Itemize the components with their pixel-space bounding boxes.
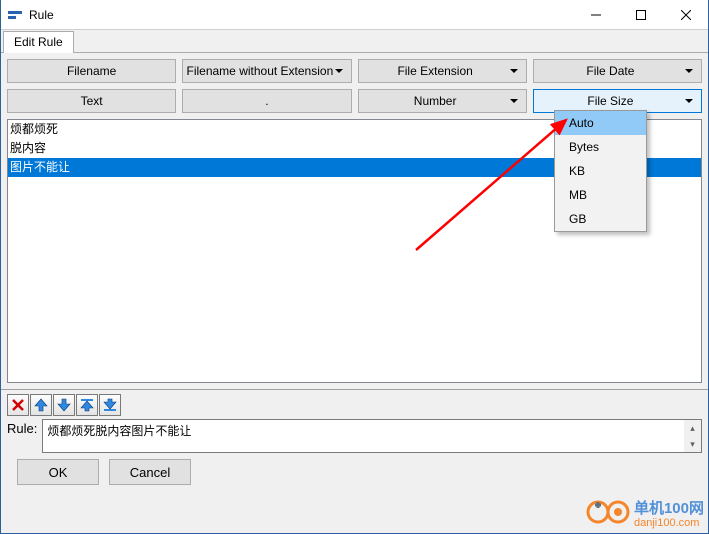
bottom-panel: Rule: 烦都烦死脱内容图片不能让 ▴ ▾ OK Cancel <box>1 389 708 491</box>
rule-button-grid: Filename Filename without Extension File… <box>7 59 702 113</box>
scroll-up-icon[interactable]: ▴ <box>684 420 701 436</box>
dropdown-item[interactable]: MB <box>555 183 646 207</box>
dropdown-item[interactable]: KB <box>555 159 646 183</box>
dot-button[interactable]: . <box>182 89 351 113</box>
text-button[interactable]: Text <box>7 89 176 113</box>
move-up-button[interactable] <box>30 394 52 416</box>
filename-button[interactable]: Filename <box>7 59 176 83</box>
dropdown-item[interactable]: GB <box>555 207 646 231</box>
move-top-button[interactable] <box>76 394 98 416</box>
filename-without-ext-button[interactable]: Filename without Extension <box>182 59 351 83</box>
chevron-down-icon <box>510 99 518 103</box>
dropdown-item[interactable]: Auto <box>555 111 646 135</box>
rule-input[interactable]: 烦都烦死脱内容图片不能让 ▴ ▾ <box>42 419 702 453</box>
close-button[interactable] <box>663 0 708 29</box>
window-controls <box>573 0 708 29</box>
delete-button[interactable] <box>7 394 29 416</box>
move-down-button[interactable] <box>53 394 75 416</box>
file-size-dropdown[interactable]: AutoBytesKBMBGB <box>554 110 647 232</box>
cancel-button[interactable]: Cancel <box>109 459 191 485</box>
ok-button[interactable]: OK <box>17 459 99 485</box>
rule-value: 烦都烦死脱内容图片不能让 <box>47 424 191 438</box>
chevron-down-icon <box>510 69 518 73</box>
move-bottom-button[interactable] <box>99 394 121 416</box>
icon-toolbar <box>7 394 702 416</box>
watermark: 单机100网 danji100.com <box>586 497 704 529</box>
watermark-text-url: danji100.com <box>634 518 704 529</box>
rule-label: Rule: <box>7 419 37 436</box>
tab-edit-rule[interactable]: Edit Rule <box>3 31 74 53</box>
chevron-down-icon <box>335 69 343 73</box>
chevron-down-icon <box>685 69 693 73</box>
window-title: Rule <box>29 8 573 22</box>
file-extension-button[interactable]: File Extension <box>358 59 527 83</box>
scroll-down-icon[interactable]: ▾ <box>684 436 701 452</box>
number-button[interactable]: Number <box>358 89 527 113</box>
titlebar: Rule <box>1 0 708 30</box>
maximize-button[interactable] <box>618 0 663 29</box>
watermark-icon <box>586 499 630 528</box>
minimize-button[interactable] <box>573 0 618 29</box>
scrollbar[interactable]: ▴ ▾ <box>684 420 701 452</box>
dropdown-item[interactable]: Bytes <box>555 135 646 159</box>
app-icon <box>7 7 23 23</box>
tab-row: Edit Rule <box>1 30 708 52</box>
watermark-text-cn: 单机100网 <box>634 500 704 517</box>
chevron-down-icon <box>685 99 693 103</box>
file-date-button[interactable]: File Date <box>533 59 702 83</box>
